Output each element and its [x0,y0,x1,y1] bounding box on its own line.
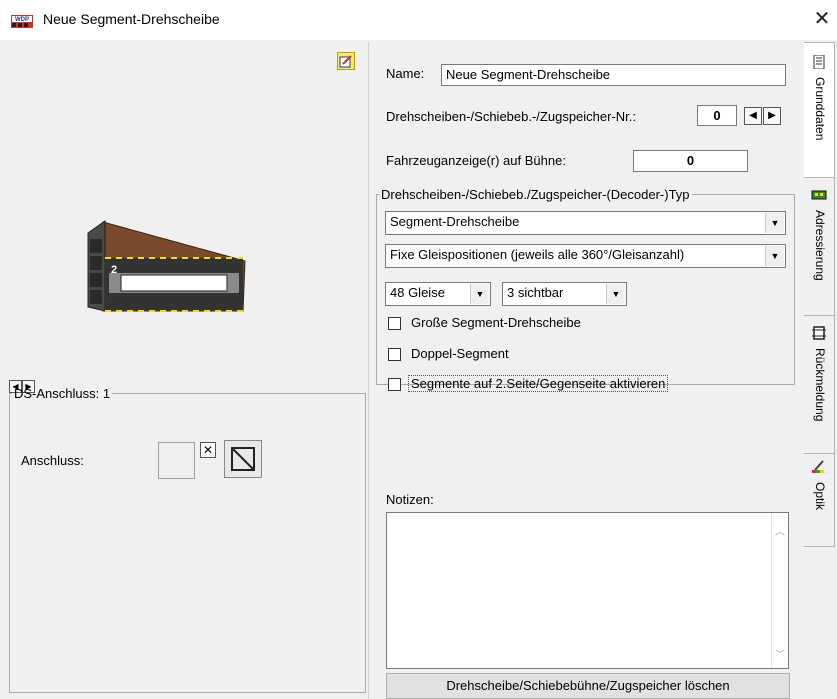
tab-rueckmeldung[interactable]: Rückmeldung [804,315,835,455]
wdp-app-icon: WDP [11,15,33,28]
tracks-select[interactable]: 48 Gleise ▼ [385,282,491,306]
number-increment-icon[interactable]: ▶ [763,107,781,125]
connection-field[interactable] [158,442,195,479]
document-icon [813,55,825,69]
decoder-icon [811,190,827,200]
clear-connection-icon[interactable]: ✕ [200,442,216,458]
connection-picker-button[interactable] [224,440,262,478]
scroll-down-icon[interactable]: ﹀ [775,646,785,661]
title-bar: WDP Neue Segment-Drehscheibe ✕ [0,0,837,40]
tab-rueckmeldung-label: Rückmeldung [813,348,827,422]
chevron-down-icon: ▼ [765,213,784,233]
sensor-icon [812,326,826,340]
ds-connection-group: DS-Anschluss: 1 [9,386,366,693]
name-label: Name: [386,66,425,81]
chevron-down-icon: ▼ [765,246,784,266]
turntable-segment-preview: 2 [87,220,246,312]
large-segment-label: Große Segment-Drehscheibe [411,315,581,330]
edit-icon[interactable] [337,52,355,70]
scroll-up-icon[interactable]: ︿ [775,523,785,538]
connection-label: Anschluss: [21,453,84,468]
second-side-label: Segmente auf 2.Seite/Gegenseite aktivier… [408,375,669,392]
tab-optik-label: Optik [813,482,827,511]
number-label: Drehscheiben-/Schiebeb.-/Zugspeicher-Nr.… [386,109,637,124]
double-segment-label: Doppel-Segment [411,346,509,361]
vehicle-display-field[interactable]: 0 [633,150,748,172]
name-input[interactable]: Neue Segment-Drehscheibe [441,64,786,86]
delete-button[interactable]: Drehscheibe/Schiebebühne/Zugspeicher lös… [386,673,790,699]
window-title: Neue Segment-Drehscheibe [43,11,220,27]
position-select-value: Fixe Gleispositionen (jeweils alle 360°/… [390,247,685,262]
vehicle-display-label: Fahrzeuganzeige(r) auf Bühne: [386,153,566,168]
track-number-label: 2 [111,264,117,276]
tab-adressierung[interactable]: Adressierung [804,177,835,317]
number-decrement-icon[interactable]: ◀ [744,107,762,125]
type-group-legend: Drehscheiben-/Schiebeb./Zugspeicher-(Dec… [381,187,690,202]
chevron-down-icon: ▼ [470,284,489,304]
notes-textarea[interactable] [386,512,789,669]
position-select[interactable]: Fixe Gleispositionen (jeweils alle 360°/… [385,244,786,268]
crossed-box-icon [231,447,255,471]
side-tabs: Grunddaten Adressierung Rückmeldung Opti… [804,42,837,699]
tab-grunddaten-label: Grunddaten [813,77,827,141]
brush-icon [812,460,824,473]
type-select-value: Segment-Drehscheibe [390,214,520,229]
type-select[interactable]: Segment-Drehscheibe ▼ [385,211,786,235]
notes-label: Notizen: [386,492,434,507]
chevron-down-icon: ▼ [606,284,625,304]
large-segment-checkbox[interactable] [388,317,401,330]
ds-connection-legend: DS-Anschluss: 1 [14,386,111,401]
preview-canvas: 2 [5,45,363,400]
close-icon[interactable]: ✕ [812,9,832,29]
second-side-checkbox[interactable] [388,378,401,391]
tab-grunddaten[interactable]: Grunddaten [804,42,835,179]
tab-adressierung-label: Adressierung [813,210,827,281]
tab-optik[interactable]: Optik [804,453,835,547]
svg-text:WDP: WDP [15,17,29,23]
visible-select[interactable]: 3 sichtbar ▼ [502,282,627,306]
double-segment-checkbox[interactable] [388,348,401,361]
number-field[interactable]: 0 [697,105,737,126]
tracks-select-value: 48 Gleise [390,285,445,300]
visible-select-value: 3 sichtbar [507,285,564,300]
notes-scrollbar[interactable]: ︿ ﹀ [771,513,788,668]
